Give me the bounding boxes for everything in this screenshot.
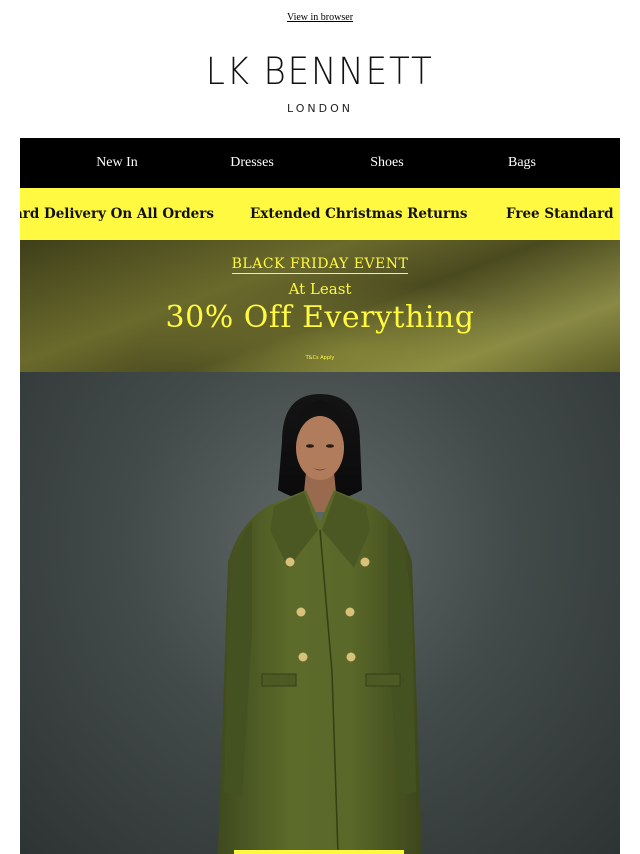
view-in-browser-link[interactable]: View in browser xyxy=(0,12,640,23)
nav-item-new-in[interactable]: New In xyxy=(96,138,138,188)
logo-subtitle: LONDON xyxy=(287,102,353,115)
ticker-item-free-standard: Free Standard xyxy=(506,206,614,222)
promo-subheading: At Least xyxy=(288,280,352,298)
nav-item-bags[interactable]: Bags xyxy=(508,138,536,188)
black-friday-banner[interactable]: BLACK FRIDAY EVENT At Least 30% Off Ever… xyxy=(20,240,620,372)
ticker-item-returns: Extended Christmas Returns xyxy=(250,206,468,222)
hero-image[interactable] xyxy=(20,372,620,854)
logo-wordmark: LK BENNETT xyxy=(206,50,434,93)
nav-item-dresses[interactable]: Dresses xyxy=(230,138,274,188)
promo-headline: 30% Off Everything xyxy=(165,300,475,335)
event-title: BLACK FRIDAY EVENT xyxy=(231,256,409,274)
ticker-item-delivery: ard Delivery On All Orders xyxy=(20,206,214,222)
promo-ticker: ard Delivery On All Orders Extended Chri… xyxy=(20,188,620,240)
terms-text: T&Cs Apply xyxy=(305,355,335,361)
nav-item-shoes[interactable]: Shoes xyxy=(370,138,403,188)
brand-logo[interactable]: LK BENNETT LONDON xyxy=(0,50,640,116)
main-nav: New In Dresses Shoes Bags xyxy=(20,138,620,188)
model-coat-illustration xyxy=(218,394,422,854)
shop-now-button[interactable] xyxy=(234,850,404,854)
